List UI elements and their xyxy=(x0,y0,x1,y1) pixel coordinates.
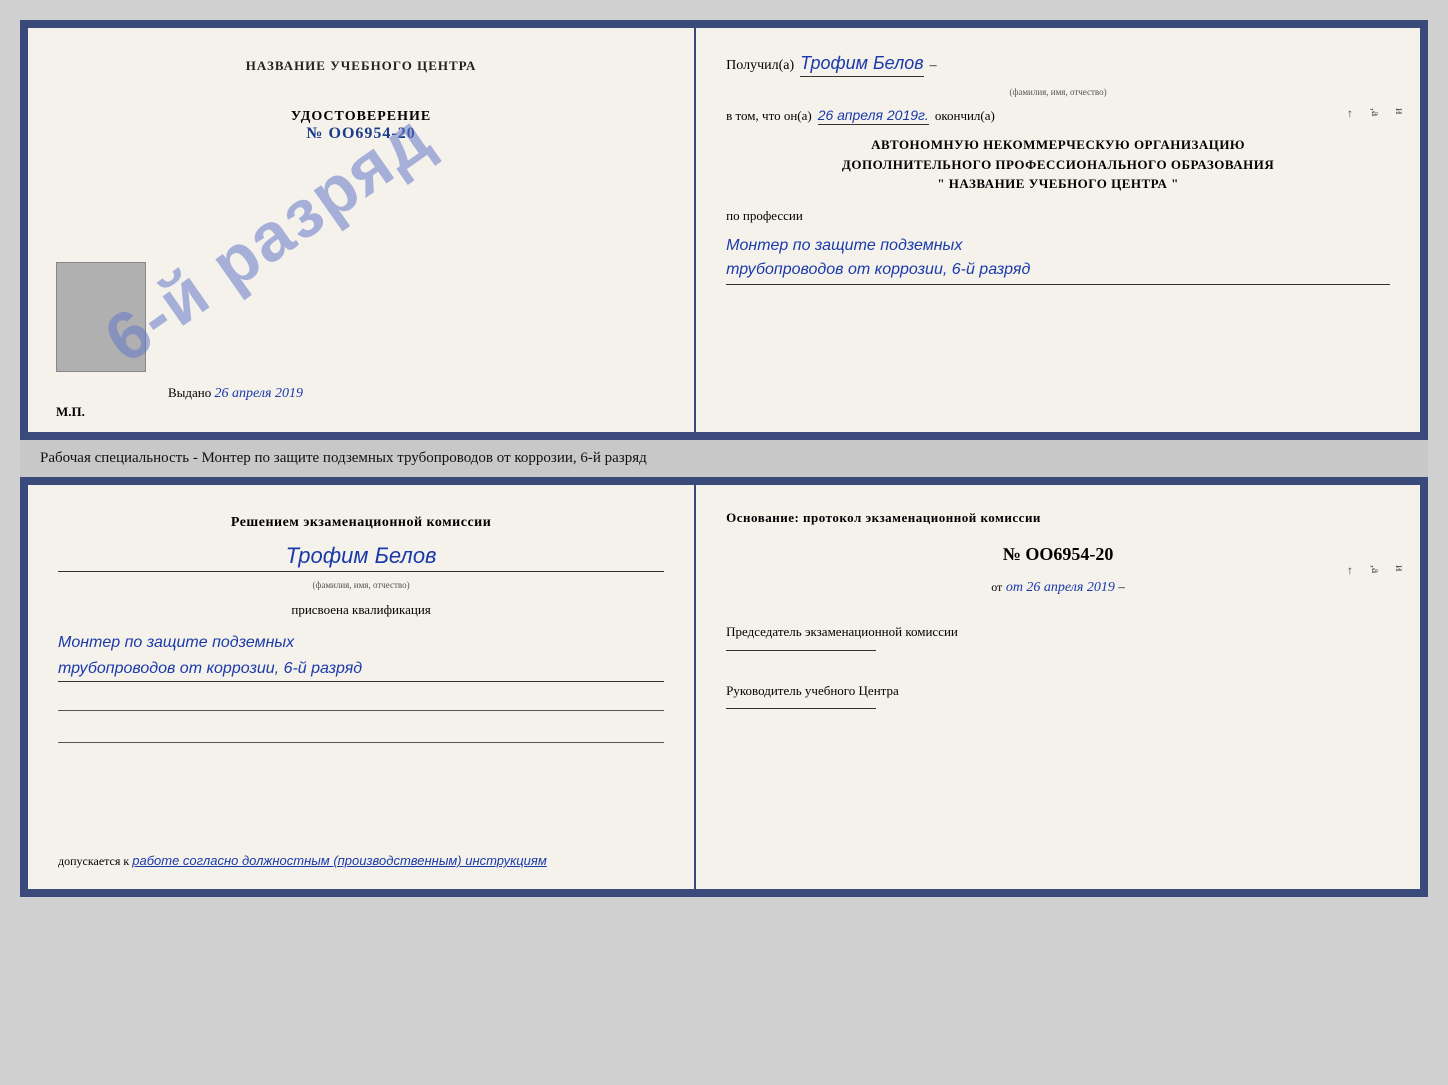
side-letters-top: и ,а ← xyxy=(1340,108,1412,120)
cert-bottom-left: Решением экзаменационной комиссии Трофим… xyxy=(28,485,696,889)
kvali-line1: Монтер по защите подземных xyxy=(58,630,664,656)
recipient-name-top: Трофим Белов xyxy=(800,53,924,77)
udostoverenie-block: УДОСТОВЕРЕНИЕ № OO6954-20 xyxy=(291,109,431,143)
blank-line-1 xyxy=(58,693,664,711)
udostoverenie-label: УДОСТОВЕРЕНИЕ xyxy=(291,109,431,125)
mp-label: М.П. xyxy=(56,404,85,420)
profession-line2: трубопроводов от коррозии, 6-й разряд xyxy=(726,258,1390,282)
cert-left: НАЗВАНИЕ УЧЕБНОГО ЦЕНТРА 6-й разряд УДОС… xyxy=(28,28,696,432)
vydano-date: 26 апреля 2019 xyxy=(215,386,303,401)
predsedatel-block: Председатель экзаменационной комиссии xyxy=(726,622,1390,655)
cert-right: Получил(а) Трофим Белов – (фамилия, имя,… xyxy=(696,28,1420,432)
profession-line1: Монтер по защите подземных xyxy=(726,234,1390,258)
poluchil-row: Получил(а) Трофим Белов – xyxy=(726,53,1390,77)
left-title: НАЗВАНИЕ УЧЕБНОГО ЦЕНТРА xyxy=(246,58,477,74)
org-block: АВТОНОМНУЮ НЕКОММЕРЧЕСКУЮ ОРГАНИЗАЦИЮ ДО… xyxy=(726,135,1390,194)
org-line2: ДОПОЛНИТЕЛЬНОГО ПРОФЕССИОНАЛЬНОГО ОБРАЗО… xyxy=(726,155,1390,175)
fio-hint-bottom: (фамилия, имя, отчество) xyxy=(58,580,664,590)
blank-line-2 xyxy=(58,725,664,743)
rukovoditel-signature-line xyxy=(726,708,876,709)
osnovanie-title: Основание: протокол экзаменационной коми… xyxy=(726,510,1390,526)
predsedatel-signature-line xyxy=(726,650,876,651)
vtom-label: в том, что он(а) xyxy=(726,108,812,124)
org-line3: " НАЗВАНИЕ УЧЕБНОГО ЦЕНТРА " xyxy=(726,174,1390,194)
vtom-row: в том, что он(а) 26 апреля 2019г. окончи… xyxy=(726,107,1390,125)
cert-bottom-right: Основание: протокол экзаменационной коми… xyxy=(696,485,1420,889)
vydano-label: Выдано xyxy=(168,385,211,400)
ot-label: от xyxy=(991,580,1002,594)
page-wrapper: НАЗВАНИЕ УЧЕБНОГО ЦЕНТРА 6-й разряд УДОС… xyxy=(20,20,1428,897)
photo-placeholder xyxy=(56,262,146,372)
rukovoditel-label: Руководитель учебного Центра xyxy=(726,681,1390,701)
predsedatel-label: Председатель экзаменационной комиссии xyxy=(726,622,1390,642)
vtom-date: 26 апреля 2019г. xyxy=(818,107,929,125)
fio-hint-top: (фамилия, имя, отчество) xyxy=(726,87,1390,97)
resheniem-title: Решением экзаменационной комиссии xyxy=(58,515,664,531)
rukovoditel-block: Руководитель учебного Центра xyxy=(726,681,1390,714)
org-line1: АВТОНОМНУЮ НЕКОММЕРЧЕСКУЮ ОРГАНИЗАЦИЮ xyxy=(726,135,1390,155)
po-professii-label: по профессии xyxy=(726,208,1390,224)
middle-text-content: Рабочая специальность - Монтер по защите… xyxy=(40,450,647,466)
dash-ot: – xyxy=(1118,579,1125,594)
dopuskaetsya-label: допускается к xyxy=(58,854,129,868)
dopuskaetsya-block: допускается к работе согласно должностны… xyxy=(58,833,664,869)
okonchil-label: окончил(а) xyxy=(935,108,995,124)
side-letters-bottom: и ,а ← xyxy=(1340,565,1412,577)
profession-text: Монтер по защите подземных трубопроводов… xyxy=(726,234,1390,285)
dash-after-name: – xyxy=(930,58,937,74)
vydano-line: Выдано 26 апреля 2019 xyxy=(168,385,303,402)
udost-number: № OO6954-20 xyxy=(291,125,431,143)
kvali-line2: трубопроводов от коррозии, 6-й разряд xyxy=(58,656,664,682)
certificate-bottom: Решением экзаменационной комиссии Трофим… xyxy=(20,477,1428,897)
dopuskaetsya-val: работе согласно должностным (производств… xyxy=(132,853,547,868)
poluchil-label: Получил(а) xyxy=(726,58,794,74)
ot-date-val: от 26 апреля 2019 xyxy=(1006,580,1115,595)
kvali-text: Монтер по защите подземных трубопроводов… xyxy=(58,630,664,682)
bottom-recipient-name: Трофим Белов xyxy=(58,543,664,572)
ot-date: от от 26 апреля 2019 – xyxy=(726,579,1390,596)
middle-text: Рабочая специальность - Монтер по защите… xyxy=(20,440,1428,477)
protocol-num: № OO6954-20 xyxy=(726,544,1390,565)
certificate-top: НАЗВАНИЕ УЧЕБНОГО ЦЕНТРА 6-й разряд УДОС… xyxy=(20,20,1428,440)
prisvoena-label: присвоена квалификация xyxy=(58,602,664,618)
